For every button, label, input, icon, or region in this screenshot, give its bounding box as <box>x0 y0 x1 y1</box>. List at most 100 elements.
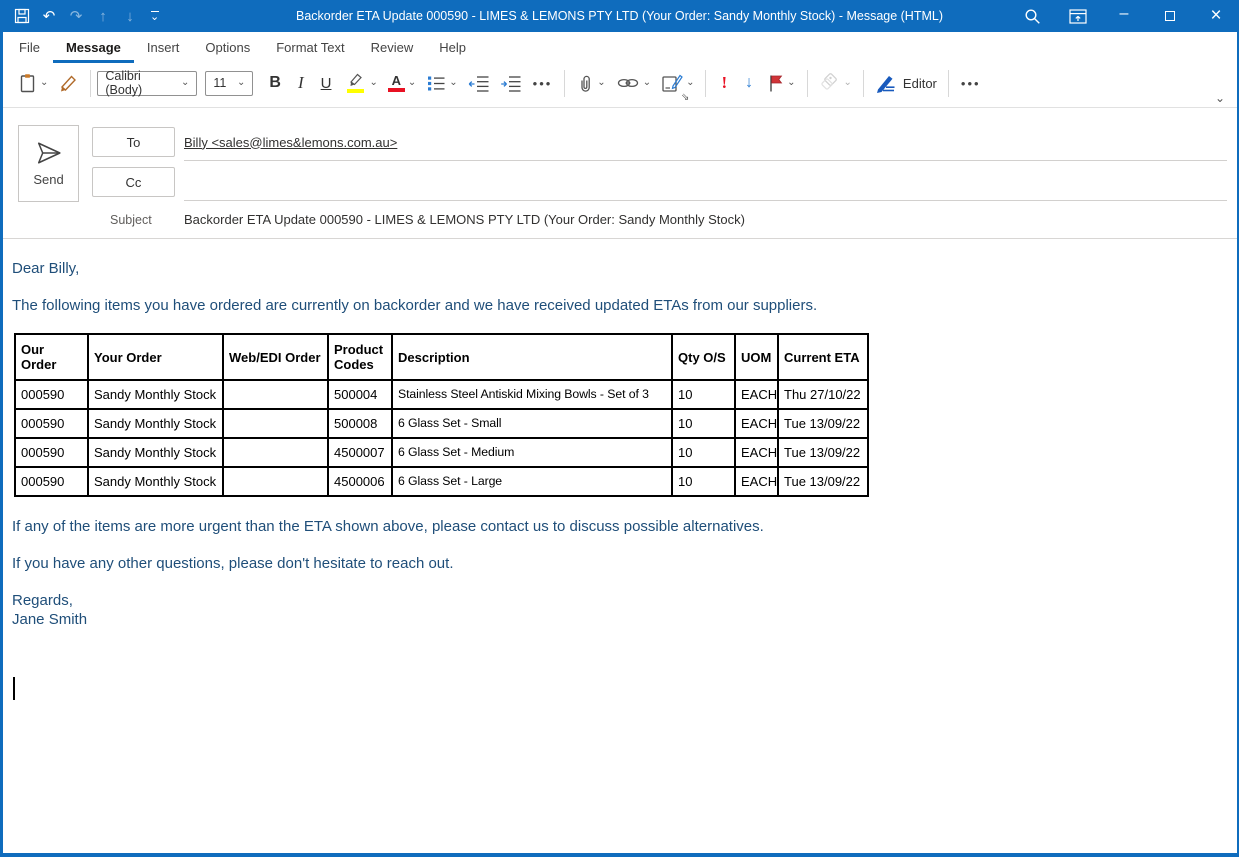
bold-button[interactable]: B <box>261 68 289 98</box>
link-button[interactable]: ⌄ <box>611 68 656 98</box>
table-cell: 4500007 <box>328 438 392 467</box>
table-cell <box>223 409 328 438</box>
undo-icon[interactable]: ↶ <box>40 7 58 25</box>
underline-button[interactable]: U <box>313 68 340 98</box>
group-divider <box>705 70 706 97</box>
table-cell: 10 <box>672 409 735 438</box>
italic-button[interactable]: I <box>289 68 313 98</box>
basic-text-overflow-button[interactable]: ••• <box>527 68 559 98</box>
outro-text-1: If any of the items are more urgent than… <box>12 517 1237 536</box>
tab-file[interactable]: File <box>6 32 53 63</box>
previous-item-icon[interactable]: ↑ <box>94 7 112 25</box>
tab-options[interactable]: Options <box>192 32 263 63</box>
paste-button[interactable]: ⌄ <box>13 68 53 98</box>
collapse-ribbon-icon[interactable]: ⌄ <box>1215 91 1225 105</box>
recipient-chip[interactable]: Billy <sales@limes&lemons.com.au> <box>184 135 397 150</box>
table-row: 000590Sandy Monthly Stock45000066 Glass … <box>15 467 868 496</box>
dialog-launcher-icon[interactable]: ⇘ <box>681 92 689 103</box>
chevron-down-icon: ⌄ <box>449 78 457 88</box>
cc-button[interactable]: Cc <box>92 167 175 197</box>
chevron-down-icon: ⌄ <box>369 78 377 88</box>
tab-review[interactable]: Review <box>358 32 427 63</box>
maximize-button[interactable] <box>1147 0 1193 32</box>
title-bar: ↶ ↷ ↑ ↓ ⌄ Backorder ETA Update 000590 - … <box>0 0 1239 32</box>
chevron-down-icon: ⌄ <box>597 78 605 88</box>
increase-indent-button[interactable] <box>495 68 527 98</box>
to-field[interactable]: Billy <sales@limes&lemons.com.au> <box>184 127 1227 157</box>
ribbon: ⌄ Calibri (Body) ⌄ 11 ⌄ B I U ⌄ A <box>3 63 1237 108</box>
paperclip-icon <box>576 73 594 93</box>
group-divider <box>564 70 565 97</box>
editor-label: Editor <box>903 76 937 91</box>
table-cell: EACH <box>735 380 778 409</box>
closing-text: Regards, <box>12 591 1237 610</box>
font-color-button[interactable]: A ⌄ <box>383 68 421 98</box>
table-cell: Sandy Monthly Stock <box>88 409 223 438</box>
low-importance-button[interactable]: ↓ <box>736 68 762 98</box>
signature-name: Jane Smith <box>12 610 1237 629</box>
chevron-down-icon: ⌄ <box>237 78 245 88</box>
table-cell: Tue 13/09/22 <box>778 467 868 496</box>
table-cell: 000590 <box>15 380 88 409</box>
highlight-color-bar <box>347 89 364 93</box>
chevron-down-icon: ⌄ <box>181 78 189 88</box>
font-size-combobox[interactable]: 11 ⌄ <box>205 71 253 96</box>
tab-insert[interactable]: Insert <box>134 32 193 63</box>
save-icon[interactable] <box>13 7 31 25</box>
follow-up-flag-button[interactable]: ⌄ <box>762 68 800 98</box>
quick-access-toolbar: ↶ ↷ ↑ ↓ ⌄ <box>0 7 159 25</box>
signature-icon <box>661 73 683 93</box>
greeting-text: Dear Billy, <box>12 259 1237 278</box>
table-header-row: Our OrderYour OrderWeb/EDI OrderProduct … <box>15 334 868 380</box>
redo-icon[interactable]: ↷ <box>67 7 85 25</box>
ribbon-display-options-icon[interactable] <box>1055 0 1101 32</box>
tab-message[interactable]: Message <box>53 32 134 63</box>
table-header-cell: UOM <box>735 334 778 380</box>
table-row: 000590Sandy Monthly Stock500004Stainless… <box>15 380 868 409</box>
search-icon[interactable] <box>1009 0 1055 32</box>
table-cell: EACH <box>735 467 778 496</box>
bullets-button[interactable]: ⌄ <box>421 68 462 98</box>
tab-format-text[interactable]: Format Text <box>263 32 357 63</box>
table-cell: 000590 <box>15 438 88 467</box>
font-name-combobox[interactable]: Calibri (Body) ⌄ <box>97 71 197 96</box>
attach-file-button[interactable]: ⌄ <box>571 68 610 98</box>
minimize-button[interactable]: – <box>1101 0 1147 30</box>
customize-quick-access-toolbar-icon[interactable]: ⌄ <box>150 11 159 20</box>
chevron-down-icon: ⌄ <box>643 78 651 88</box>
decrease-indent-icon <box>468 73 490 93</box>
subject-field[interactable]: Subject Backorder ETA Update 000590 - LI… <box>3 204 1237 238</box>
message-body-editor[interactable]: Dear Billy, The following items you have… <box>3 240 1237 853</box>
font-name-value: Calibri (Body) <box>105 69 173 97</box>
chevron-down-icon: ⌄ <box>844 78 852 88</box>
send-button[interactable]: Send <box>18 125 79 202</box>
table-header-cell: Description <box>392 334 672 380</box>
decrease-indent-button[interactable] <box>463 68 495 98</box>
close-button[interactable]: × <box>1193 0 1239 32</box>
group-divider <box>807 70 808 97</box>
text-highlight-color-button[interactable]: ⌄ <box>339 68 382 98</box>
to-button[interactable]: To <box>92 127 175 157</box>
format-painter-button[interactable] <box>53 68 84 98</box>
signature-button[interactable]: ⌄ <box>656 68 699 98</box>
table-header-cell: Product Codes <box>328 334 392 380</box>
high-importance-button[interactable]: ! <box>712 68 736 98</box>
table-cell <box>223 438 328 467</box>
table-cell: 6 Glass Set - Small <box>392 409 672 438</box>
qat-chevron: ⌄ <box>150 14 159 20</box>
link-icon <box>616 73 640 93</box>
next-item-icon[interactable]: ↓ <box>121 7 139 25</box>
table-cell: Thu 27/10/22 <box>778 380 868 409</box>
table-body: 000590Sandy Monthly Stock500004Stainless… <box>15 380 868 496</box>
subject-value[interactable]: Backorder ETA Update 000590 - LIMES & LE… <box>184 212 745 227</box>
tab-help[interactable]: Help <box>426 32 479 63</box>
table-cell: Sandy Monthly Stock <box>88 467 223 496</box>
editor-button[interactable]: Editor <box>870 68 942 98</box>
table-header-cell: Web/EDI Order <box>223 334 328 380</box>
maximize-icon <box>1165 11 1175 21</box>
field-divider <box>184 200 1227 201</box>
table-cell: 10 <box>672 380 735 409</box>
table-header: Our OrderYour OrderWeb/EDI OrderProduct … <box>15 334 868 380</box>
chevron-down-icon: ⌄ <box>686 78 694 88</box>
ribbon-overflow-button[interactable]: ••• <box>955 68 987 98</box>
